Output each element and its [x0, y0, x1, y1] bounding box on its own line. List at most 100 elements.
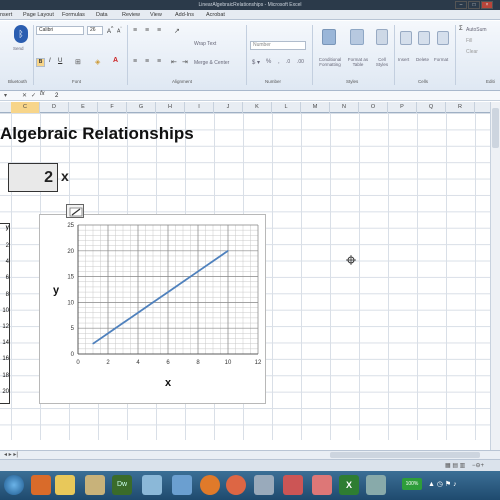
- y-value-cell[interactable]: 14: [0, 340, 9, 346]
- flash-icon[interactable]: [142, 475, 162, 495]
- orientation-icon[interactable]: ↗: [174, 27, 180, 35]
- y-value-cell[interactable]: 12: [0, 324, 9, 330]
- bold-button[interactable]: B: [36, 58, 45, 67]
- fill-color-icon[interactable]: ◈: [95, 58, 100, 66]
- tray-icons[interactable]: ▲ ◷ ⚑ ♪: [428, 480, 457, 488]
- conditional-formatting-button[interactable]: Conditional Formatting: [314, 57, 346, 67]
- y-value-cell[interactable]: 10: [0, 308, 9, 314]
- excel-icon[interactable]: X: [339, 475, 359, 495]
- formula-bar-input[interactable]: 2: [55, 92, 58, 100]
- cancel-icon[interactable]: ✕: [22, 92, 27, 99]
- enter-icon[interactable]: ✓: [31, 92, 36, 99]
- tab-insert[interactable]: nsert: [0, 11, 12, 19]
- firefox-old-icon[interactable]: [31, 475, 51, 495]
- comma-icon[interactable]: ,: [278, 59, 280, 65]
- column-header-j[interactable]: J: [214, 102, 243, 113]
- windows-start-icon[interactable]: [4, 475, 24, 495]
- minimize-button[interactable]: –: [455, 1, 467, 9]
- chart-edit-icon[interactable]: [66, 204, 84, 218]
- column-header-m[interactable]: M: [301, 102, 330, 113]
- percent-icon[interactable]: %: [266, 59, 271, 65]
- close-button[interactable]: ×: [481, 1, 493, 9]
- tab-formulas[interactable]: Formulas: [62, 11, 85, 19]
- delete-cells-icon[interactable]: [418, 31, 430, 45]
- chrome-icon[interactable]: [226, 475, 246, 495]
- other-icon[interactable]: [366, 475, 386, 495]
- format-as-table-button[interactable]: Format as Table: [346, 57, 370, 67]
- column-header-l[interactable]: L: [272, 102, 301, 113]
- tab-view[interactable]: View: [150, 11, 162, 19]
- column-header-d[interactable]: D: [40, 102, 69, 113]
- column-header-q[interactable]: Q: [417, 102, 446, 113]
- column-header-e[interactable]: E: [69, 102, 98, 113]
- vertical-scrollbar[interactable]: [490, 102, 500, 450]
- format-cells-icon[interactable]: [437, 31, 449, 45]
- maximize-button[interactable]: □: [468, 1, 480, 9]
- column-header-n[interactable]: N: [330, 102, 359, 113]
- align-right-icon[interactable]: ≡: [157, 58, 161, 65]
- autosum-button[interactable]: AutoSum: [466, 27, 487, 33]
- align-middle-icon[interactable]: ≡: [145, 27, 149, 34]
- media-icon[interactable]: [85, 475, 105, 495]
- y-value-cell[interactable]: 6: [0, 275, 9, 281]
- y-value-cell[interactable]: 16: [0, 356, 9, 362]
- x-label-cell[interactable]: x: [61, 168, 69, 184]
- line-chart[interactable]: 0 2 4 6 8 10 12 0 5 10 15 20 25 x y: [39, 214, 266, 404]
- cell-styles-button[interactable]: Cell Styles: [372, 57, 392, 67]
- font-name-box[interactable]: Calibri: [36, 26, 84, 35]
- zoom-badge[interactable]: 100%: [402, 478, 422, 490]
- bluetooth-send-button[interactable]: Send: [13, 46, 24, 51]
- decrease-indent-icon[interactable]: ⇤: [171, 58, 177, 66]
- wrap-text-button[interactable]: Wrap Text: [194, 41, 216, 47]
- column-header-f[interactable]: F: [98, 102, 127, 113]
- sheet-nav-icons[interactable]: ◂ ▸ ▸|: [4, 451, 18, 458]
- office-icon[interactable]: [312, 475, 332, 495]
- format-as-table-icon[interactable]: [350, 29, 364, 45]
- font-color-icon[interactable]: A: [113, 57, 118, 64]
- insert-cells-button[interactable]: Insert: [398, 57, 409, 62]
- scrollbar-thumb[interactable]: [492, 108, 499, 148]
- increase-indent-icon[interactable]: ⇥: [182, 58, 188, 66]
- merge-center-button[interactable]: Merge & Center: [194, 60, 229, 66]
- delete-cells-button[interactable]: Delete: [416, 57, 429, 62]
- tab-page-layout[interactable]: Page Layout: [23, 11, 54, 19]
- borders-icon[interactable]: ⊞: [75, 58, 81, 66]
- horizontal-scrollbar[interactable]: [330, 452, 480, 458]
- app-icon[interactable]: [283, 475, 303, 495]
- firefox-icon[interactable]: [200, 475, 220, 495]
- column-header-o[interactable]: O: [359, 102, 388, 113]
- column-header-r[interactable]: R: [446, 102, 475, 113]
- y-header-cell[interactable]: y: [0, 225, 9, 231]
- tab-add-ins[interactable]: Add-Ins: [175, 11, 194, 19]
- bluetooth-icon[interactable]: ᛒ: [14, 25, 28, 43]
- fx-label[interactable]: fx: [40, 91, 45, 97]
- tab-data[interactable]: Data: [96, 11, 108, 19]
- y-value-cell[interactable]: 18: [0, 373, 9, 379]
- underline-button[interactable]: U: [58, 58, 62, 64]
- network-icon[interactable]: [172, 475, 192, 495]
- autosum-icon[interactable]: Σ: [459, 26, 463, 32]
- font-size-box[interactable]: 26: [87, 26, 103, 35]
- column-header-c[interactable]: C: [11, 102, 40, 113]
- tab-acrobat[interactable]: Acrobat: [206, 11, 225, 19]
- align-top-icon[interactable]: ≡: [133, 27, 137, 34]
- sheet-heading[interactable]: Algebraic Relationships: [0, 124, 194, 144]
- dreamweaver-icon[interactable]: Dw: [112, 475, 132, 495]
- x-input-cell[interactable]: 2: [8, 163, 58, 192]
- align-bottom-icon[interactable]: ≡: [157, 27, 161, 34]
- column-header-g[interactable]: G: [127, 102, 156, 113]
- column-header-i[interactable]: I: [185, 102, 214, 113]
- zoom-slider-icon[interactable]: −⊖+: [472, 462, 484, 469]
- cell-styles-icon[interactable]: [376, 29, 388, 45]
- decrease-decimal-icon[interactable]: .00: [297, 59, 304, 65]
- name-box-dropdown-icon[interactable]: ▾: [4, 92, 7, 99]
- paint-icon[interactable]: [254, 475, 274, 495]
- y-value-cell[interactable]: 8: [0, 292, 9, 298]
- shrink-font-icon[interactable]: Aˇ: [117, 26, 122, 35]
- y-value-cell[interactable]: 4: [0, 259, 9, 265]
- italic-button[interactable]: I: [49, 58, 51, 64]
- y-value-cell[interactable]: 2: [0, 243, 9, 249]
- currency-icon[interactable]: $ ▾: [252, 59, 260, 66]
- column-header-h[interactable]: H: [156, 102, 185, 113]
- column-header-p[interactable]: P: [388, 102, 417, 113]
